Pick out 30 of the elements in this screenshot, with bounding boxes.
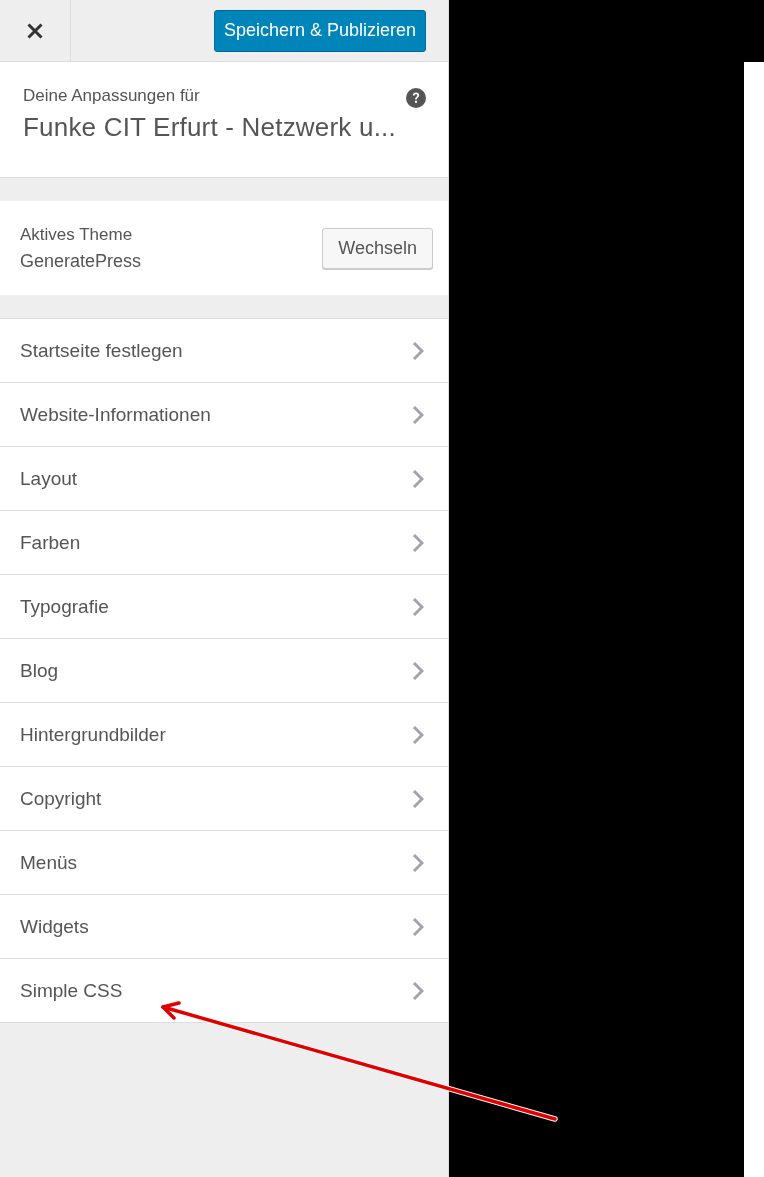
help-icon[interactable]: [406, 88, 426, 108]
menu-item[interactable]: Layout: [0, 447, 448, 511]
chevron-right-icon: [412, 532, 424, 553]
change-theme-button[interactable]: Wechseln: [322, 227, 433, 269]
chevron-right-icon: [412, 404, 424, 425]
chevron-right-icon: [412, 980, 424, 1001]
save-publish-button[interactable]: Speichern & Publizieren: [213, 9, 426, 52]
menu-item[interactable]: Typografie: [0, 575, 448, 639]
menu-item[interactable]: Copyright: [0, 767, 448, 831]
chevron-right-icon: [412, 340, 424, 361]
site-title: Funke CIT Erfurt - Netzwerk u...: [23, 112, 396, 143]
close-icon: [27, 22, 43, 39]
active-theme-label: Aktives Theme: [20, 224, 134, 245]
chevron-right-icon: [412, 788, 424, 809]
menu-item[interactable]: Startseite festlegen: [0, 319, 448, 383]
menu-item[interactable]: Widgets: [0, 895, 448, 959]
chevron-right-icon: [412, 468, 424, 489]
menu-item[interactable]: Hintergrundbilder: [0, 703, 448, 767]
menu-item[interactable]: Menüs: [0, 831, 448, 895]
menu-item[interactable]: Blog: [0, 639, 448, 703]
chevron-right-icon: [412, 852, 424, 873]
menu-item[interactable]: Simple CSS: [0, 959, 448, 1023]
chevron-right-icon: [412, 724, 424, 745]
menu-item[interactable]: Website-Informationen: [0, 383, 448, 447]
chevron-right-icon: [412, 916, 424, 937]
theme-name: GeneratePress: [20, 250, 142, 272]
customizing-label: Deine Anpassungen für: [23, 86, 201, 106]
chevron-right-icon: [412, 660, 424, 681]
menu-item[interactable]: Farben: [0, 511, 448, 575]
chevron-right-icon: [412, 596, 424, 617]
